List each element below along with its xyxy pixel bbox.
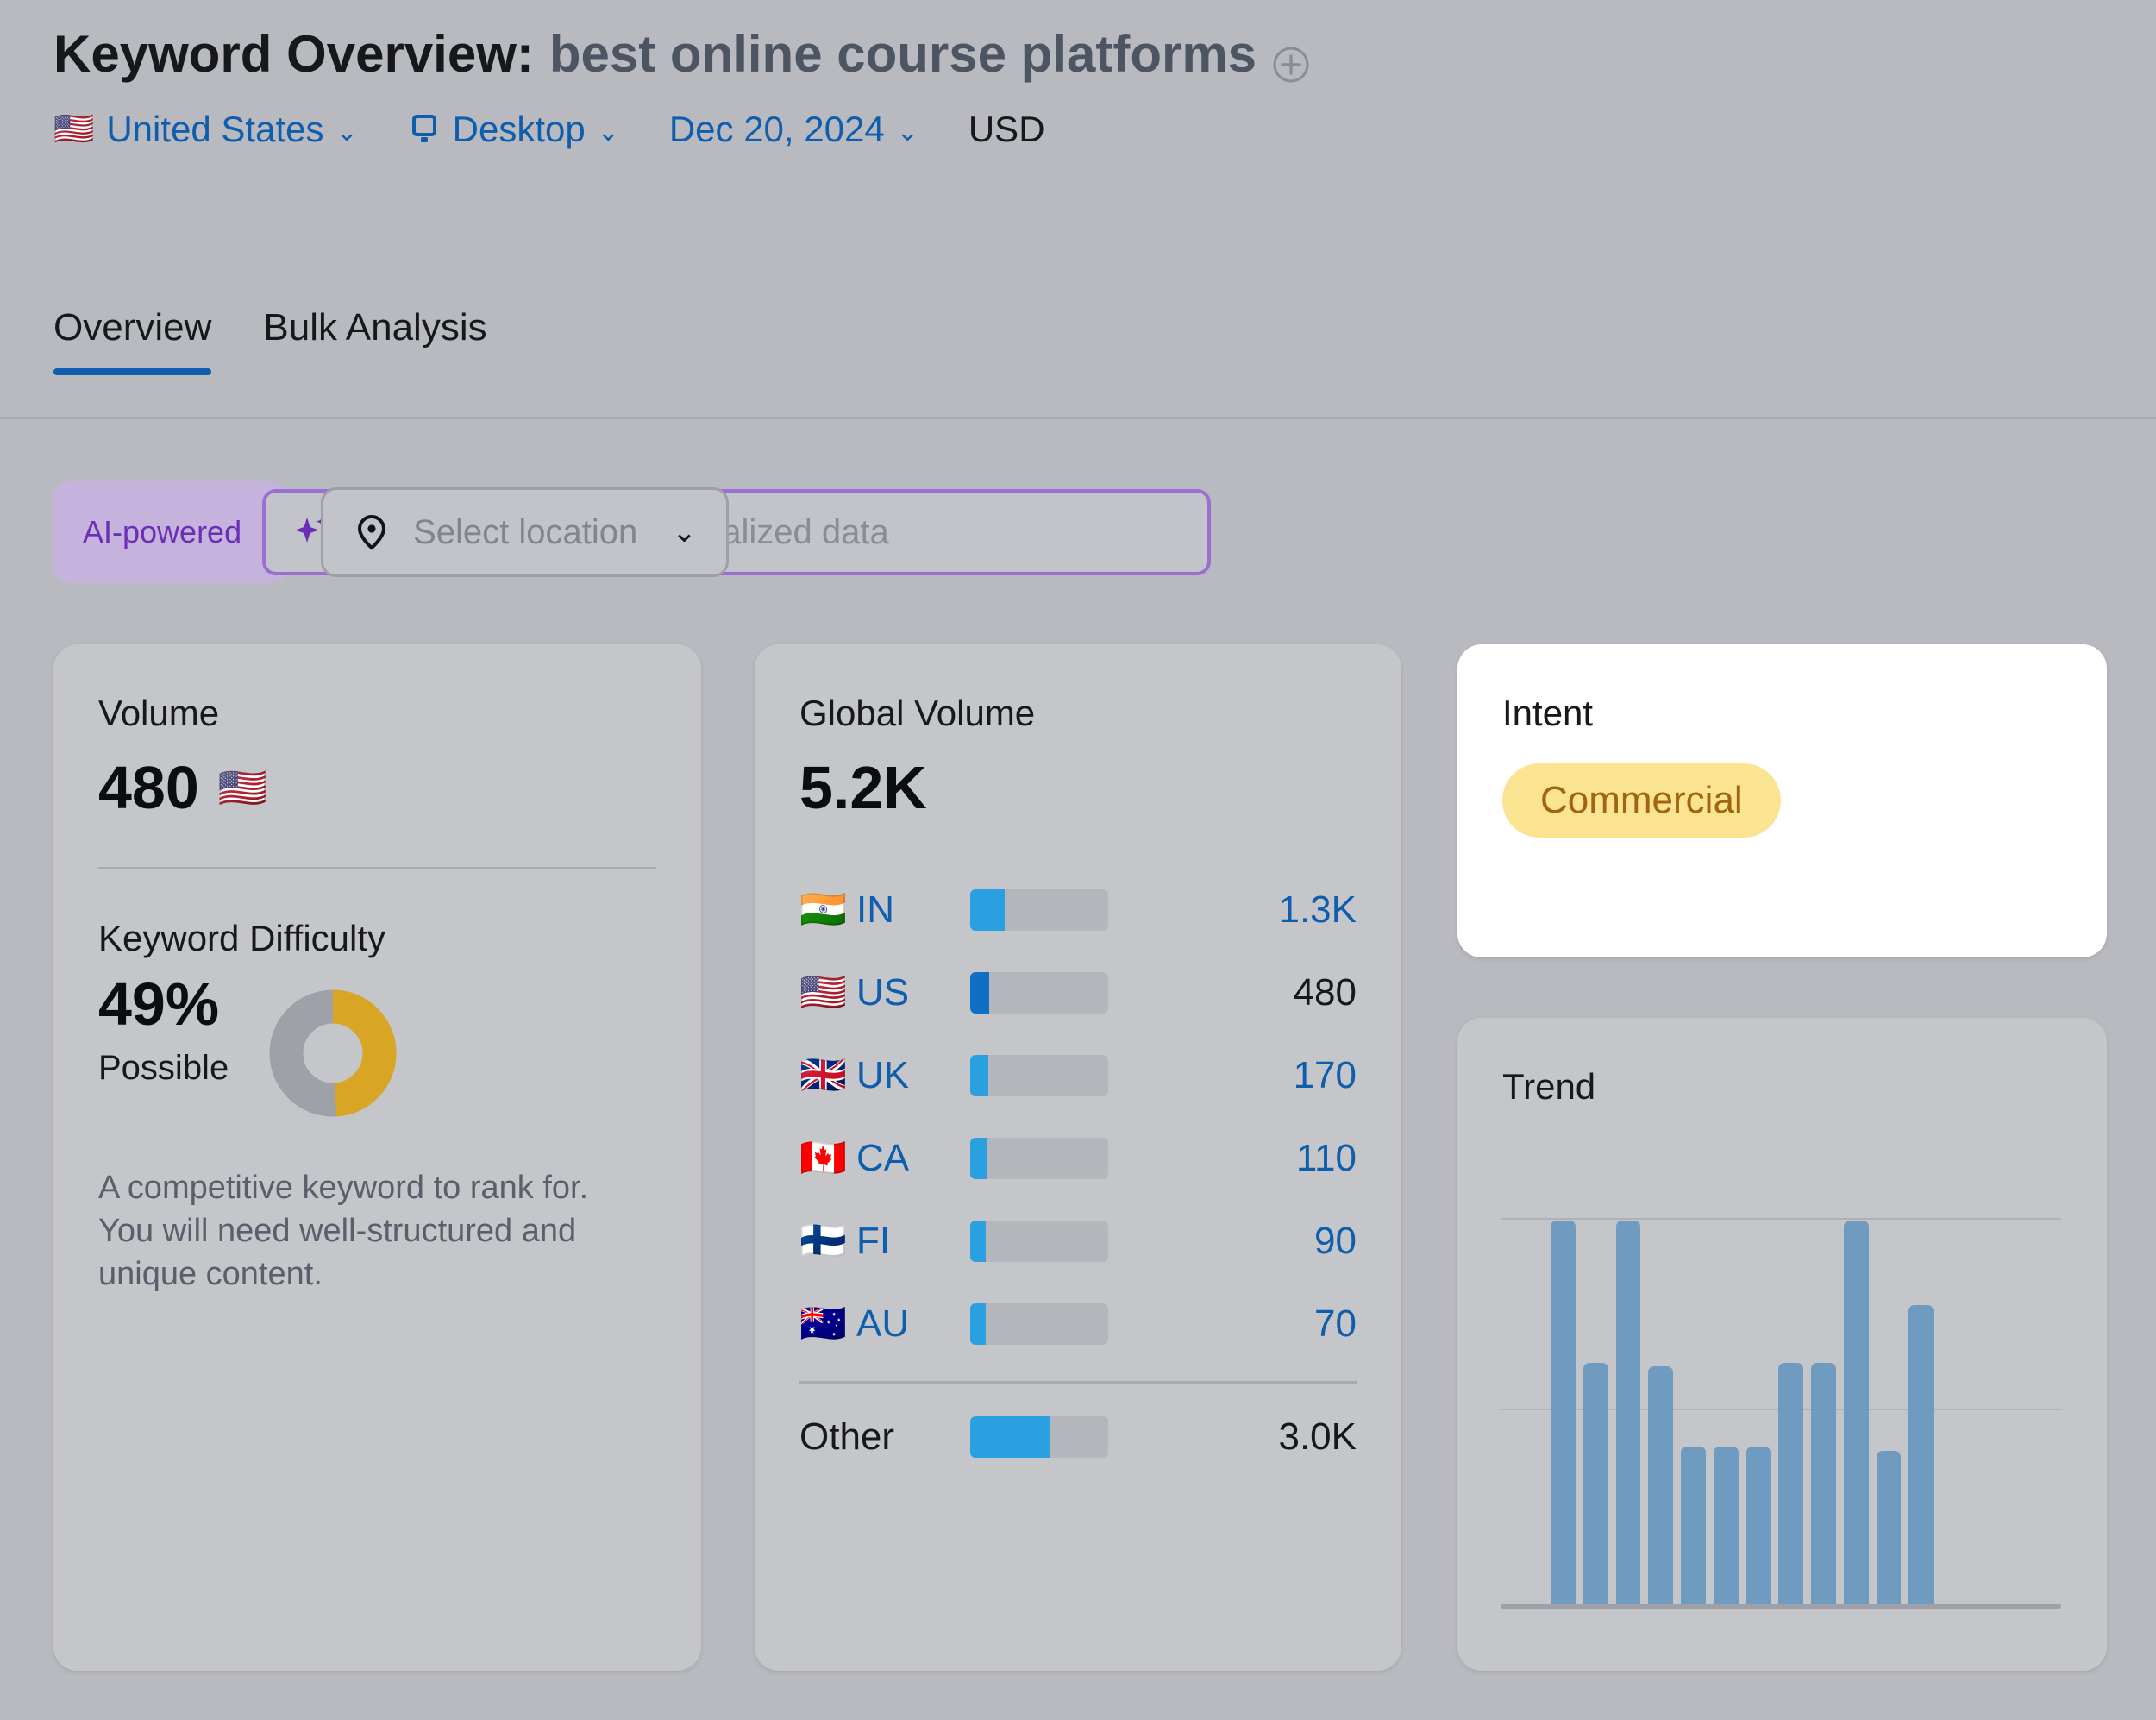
country-volume-value: 1.3K (1278, 888, 1357, 931)
trend-bar (1778, 1362, 1803, 1604)
country-volume-row[interactable]: 🇫🇮 FI 90 (799, 1200, 1357, 1283)
country-volume-value: 110 (1295, 1137, 1357, 1179)
trend-bar (1551, 1221, 1576, 1604)
device-label: Desktop (452, 109, 586, 149)
tab-overview[interactable]: Overview (53, 306, 212, 375)
country-volume-row[interactable]: 🇬🇧 UK 170 (799, 1034, 1357, 1117)
global-volume-label: Global Volume (799, 693, 1036, 733)
header-filters: 🇺🇸 United States ⌄ Desktop ⌄ Dec 20, 202… (53, 109, 2106, 150)
trend-bar (1745, 1447, 1771, 1604)
volume-label: Volume (98, 693, 220, 733)
country-volume-row[interactable]: 🇺🇸 US 480 (799, 951, 1357, 1034)
keyword-difficulty-description: A competitive keyword to rank for. You w… (98, 1170, 589, 1293)
country-code: IN (856, 888, 894, 931)
country-volume-value: 480 (1293, 971, 1357, 1014)
monitor-icon (408, 113, 441, 146)
chevron-down-icon: ⌄ (335, 117, 358, 147)
other-label: Other (799, 1416, 895, 1458)
country-volume-bar (970, 1138, 1108, 1179)
trend-bar (1876, 1450, 1902, 1604)
date-selector[interactable]: Dec 20, 2024 ⌄ (669, 109, 918, 150)
country-volume-bar (970, 1055, 1108, 1096)
country-code: CA (856, 1137, 910, 1179)
tab-bar-divider (0, 417, 2156, 419)
global-volume-card: Global Volume 5.2K 🇮🇳 IN 1.3K 🇺🇸 US 480 🇬🇧 UK 17… (755, 644, 1401, 1671)
trend-bar-chart (1501, 1199, 2061, 1609)
country-code: UK (856, 1054, 910, 1096)
keyword-difficulty-donut (268, 989, 398, 1118)
intent-card: Intent Commercial (1457, 644, 2107, 957)
volume-value: 480 (98, 754, 199, 821)
trend-bar (1713, 1447, 1739, 1604)
country-volume-row[interactable]: 🇮🇳 IN 1.3K (799, 869, 1357, 951)
country-volume-value: 90 (1314, 1220, 1357, 1262)
trend-bar (1615, 1221, 1641, 1604)
global-volume-value: 5.2K (799, 754, 927, 821)
tab-bar: Overview Bulk Analysis (53, 306, 487, 375)
country-label: United States (106, 109, 324, 149)
keyword-value: best online course platforms (548, 25, 1257, 83)
country-code: US (856, 971, 910, 1014)
trend-bar (1843, 1221, 1869, 1604)
country-list-divider (799, 1381, 1357, 1384)
country-volume-row[interactable]: 🇨🇦 CA 110 (799, 1117, 1357, 1200)
keyword-difficulty-label: Keyword Difficulty (98, 918, 386, 958)
keyword-difficulty-status: Possible (98, 1048, 229, 1087)
map-pin-icon (353, 513, 391, 551)
trend-bar (1583, 1362, 1608, 1604)
country-volume-bar (970, 889, 1108, 931)
chart-baseline (1501, 1604, 2061, 1609)
country-volume-bar (970, 1303, 1108, 1345)
trend-bar (1811, 1362, 1836, 1604)
intent-badge[interactable]: Commercial (1502, 763, 1781, 838)
intent-label: Intent (1502, 693, 1594, 733)
other-volume-row: Other 3.0K (799, 1396, 1357, 1478)
page-title: Keyword Overview: best online course pla… (53, 26, 2106, 83)
other-volume-value: 3.0K (1278, 1416, 1357, 1458)
tab-bulk-analysis[interactable]: Bulk Analysis (263, 306, 486, 375)
country-flag-icon: 🇫🇮 (799, 1220, 847, 1262)
country-volume-value: 170 (1293, 1054, 1357, 1096)
country-volume-list: 🇮🇳 IN 1.3K 🇺🇸 US 480 🇬🇧 UK 170 🇨🇦 CA 110 🇫🇮 FI 90 🇦🇺 AU 7… (799, 869, 1357, 1478)
page-title-label: Keyword Overview: (53, 25, 534, 83)
country-flag-icon: 🇮🇳 (799, 888, 847, 931)
us-flag-icon: 🇺🇸 (217, 765, 268, 810)
location-selector[interactable]: Select location ⌄ (321, 487, 729, 577)
ai-powered-label: AI-powered (83, 514, 242, 549)
chevron-down-icon: ⌄ (896, 117, 918, 147)
country-code: FI (856, 1220, 891, 1262)
trend-bar (1681, 1447, 1706, 1604)
currency-label: USD (968, 109, 1045, 149)
country-flag-icon: 🇦🇺 (799, 1303, 847, 1345)
country-code: AU (856, 1303, 910, 1345)
country-volume-bar (970, 1221, 1108, 1262)
country-flag-icon: 🇬🇧 (799, 1054, 847, 1096)
volume-card: Volume 480 🇺🇸 Keyword Difficulty 49% Pos… (53, 644, 701, 1671)
chevron-down-icon: ⌄ (672, 516, 697, 549)
trend-bar (1908, 1305, 1934, 1604)
country-flag-icon: 🇨🇦 (799, 1137, 847, 1179)
country-flag-icon: 🇺🇸 (799, 971, 847, 1014)
plus-circle-icon[interactable] (1272, 38, 1310, 83)
trend-bars (1551, 1205, 1934, 1604)
other-volume-bar (970, 1416, 1108, 1458)
country-volume-row[interactable]: 🇦🇺 AU 70 (799, 1283, 1357, 1365)
chevron-down-icon: ⌄ (597, 117, 619, 147)
country-volume-bar (970, 972, 1108, 1014)
keyword-difficulty-block: Keyword Difficulty 49% Possible A compet… (98, 918, 656, 1296)
card-divider (98, 867, 656, 869)
filter-row: AI-powered Enter domain for personalized… (53, 481, 1212, 583)
country-selector[interactable]: 🇺🇸 United States ⌄ (53, 109, 358, 150)
device-selector[interactable]: Desktop ⌄ (408, 109, 619, 150)
keyword-difficulty-value: 49% (98, 970, 220, 1038)
volume-value-row: 480 🇺🇸 (98, 753, 656, 822)
country-volume-value: 70 (1314, 1303, 1357, 1345)
ai-powered-badge: AI-powered Enter domain for personalized… (53, 481, 1212, 583)
us-flag-icon: 🇺🇸 (53, 111, 95, 148)
trend-bar (1648, 1366, 1673, 1604)
location-label: Select location (413, 512, 638, 551)
trend-label: Trend (1502, 1066, 1596, 1107)
date-label: Dec 20, 2024 (668, 109, 885, 149)
page-header: Keyword Overview: best online course pla… (53, 26, 2106, 150)
